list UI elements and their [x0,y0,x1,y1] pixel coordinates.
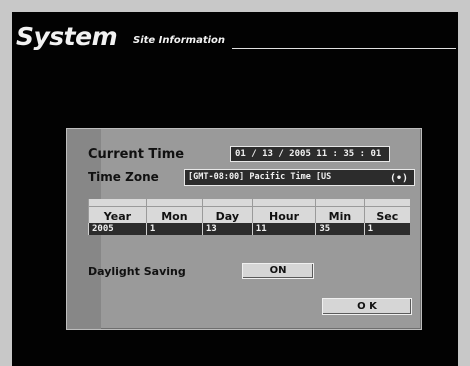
time-grid: Year Mon Day Hour Min Sec 2005 1 13 11 3… [88,199,410,235]
time-zone-select[interactable]: [GMT-08:00] Pacific Time [US (•) [184,169,415,186]
current-time-field[interactable]: 01 / 13 / 2005 11 : 35 : 01 [230,146,390,162]
daylight-saving-label: Daylight Saving [88,265,186,278]
grid-spacer [251,199,316,207]
minute-input[interactable]: 35 [315,223,365,235]
time-zone-value: [GMT-08:00] Pacific Time [US [188,172,332,182]
grid-spacer [145,199,203,207]
grid-spacer [363,199,410,207]
daylight-saving-toggle[interactable]: ON [242,263,314,279]
hour-input[interactable]: 11 [251,223,316,235]
dropdown-selector-icon: (•) [389,173,408,184]
month-input[interactable]: 1 [145,223,203,235]
grid-spacer [315,199,365,207]
current-time-label: Current Time [88,147,185,162]
page-header: System Site Information [16,22,456,52]
ok-button[interactable]: O K [322,298,412,315]
page-subtitle: Site Information [133,35,226,46]
second-input[interactable]: 1 [363,223,410,235]
grid-header-sec: Sec [363,206,410,223]
page-title: System [16,22,118,51]
grid-header-min: Min [315,206,365,223]
grid-header-mon: Mon [145,206,203,223]
grid-header-hour: Hour [251,206,316,223]
grid-header-year: Year [88,206,147,223]
grid-spacer [88,199,147,207]
grid-spacer [201,199,253,207]
grid-header-day: Day [201,206,253,223]
header-rule [232,48,456,49]
year-input[interactable]: 2005 [88,223,147,235]
time-zone-label: Time Zone [88,170,159,184]
day-input[interactable]: 13 [201,223,253,235]
